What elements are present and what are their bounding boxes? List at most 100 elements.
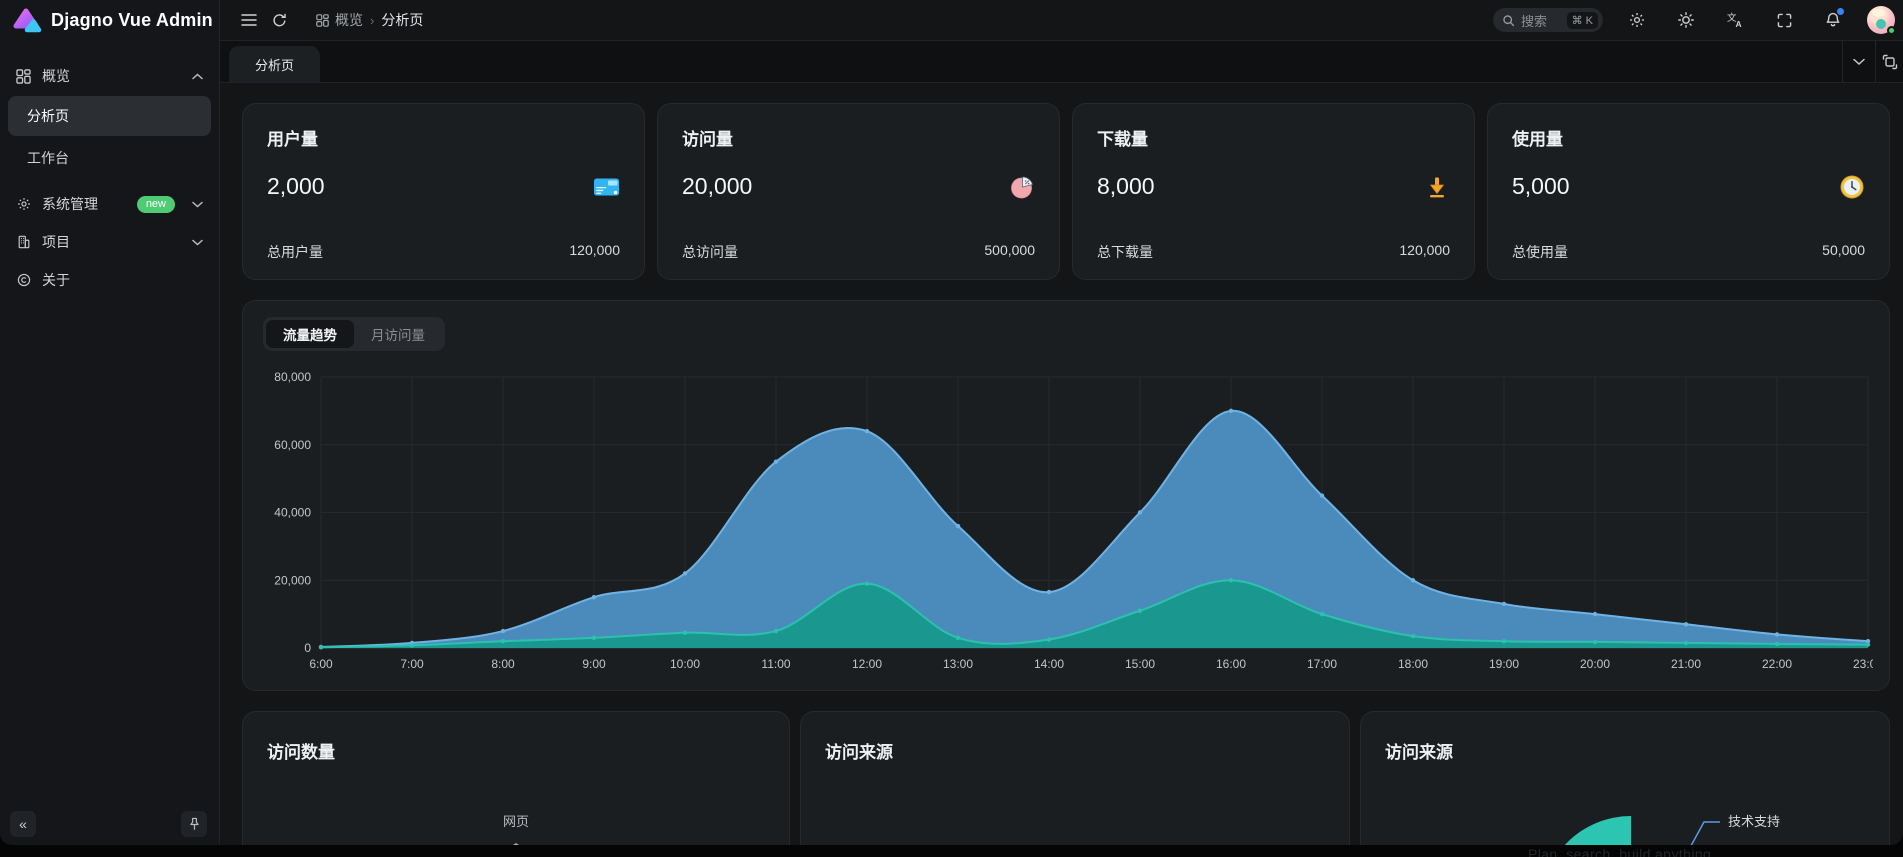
credit-card-icon: [593, 174, 620, 200]
stat-card-visits: 访问量 20,000: [657, 103, 1060, 280]
collapse-sidebar-button[interactable]: «: [10, 811, 36, 837]
notifications-button[interactable]: [1818, 5, 1848, 35]
trend-chart: 6:007:008:009:0010:0011:0012:0013:0014:0…: [263, 357, 1873, 673]
svg-text:0: 0: [304, 641, 311, 655]
pin-sidebar-button[interactable]: [181, 811, 207, 837]
settings-button[interactable]: [1622, 5, 1652, 35]
svg-text:60,000: 60,000: [274, 438, 311, 452]
svg-text:14:00: 14:00: [1034, 657, 1064, 671]
sidebar-item-label: 项目: [42, 232, 181, 252]
fullscreen-button[interactable]: [1769, 5, 1799, 35]
dashboard-grid-icon: [316, 14, 329, 27]
sidebar-item-label: 系统管理: [42, 194, 126, 214]
language-button[interactable]: 文 A: [1720, 5, 1750, 35]
sidebar-item-label: 关于: [42, 270, 203, 290]
app-logo-icon: [12, 6, 42, 36]
sidebar-item-overview[interactable]: 概览: [8, 58, 211, 94]
theme-toggle-button[interactable]: [1671, 5, 1701, 35]
trend-chart-area: 6:007:008:009:0010:0011:0012:0013:0014:0…: [263, 357, 1869, 673]
radar-chart-peek: [494, 842, 538, 845]
stat-title: 访问量: [682, 125, 1035, 150]
card-title: 访问来源: [825, 738, 1325, 763]
app-title: Djagno Vue Admin: [51, 10, 213, 31]
tab-monthly-visits[interactable]: 月访问量: [354, 320, 442, 348]
svg-text:20:00: 20:00: [1580, 657, 1610, 671]
main-area: 概览 › 分析页 搜索 ⌘ K: [220, 0, 1903, 845]
visit-source-card-1: 访问来源: [800, 711, 1350, 845]
stat-footer-value: 120,000: [569, 242, 620, 262]
sidebar-item-label: 工作台: [27, 148, 69, 168]
refresh-button[interactable]: [264, 5, 294, 35]
svg-text:15:00: 15:00: [1125, 657, 1155, 671]
tab-traffic-trend[interactable]: 流量趋势: [266, 320, 354, 348]
download-icon: [1424, 174, 1450, 200]
logo-row[interactable]: Djagno Vue Admin: [0, 0, 219, 41]
tab-bar: 分析页: [220, 41, 1903, 83]
double-chevron-left-icon: «: [19, 816, 27, 832]
maximize-icon: [1882, 54, 1898, 70]
stat-footer-value: 50,000: [1822, 242, 1865, 262]
card-title: 访问数量: [267, 738, 765, 763]
breadcrumb-item-current[interactable]: 分析页: [381, 10, 423, 30]
sidebar-item-about[interactable]: 关于: [8, 262, 211, 298]
breadcrumb: 概览 › 分析页: [316, 10, 423, 30]
user-avatar[interactable]: [1867, 6, 1895, 34]
visit-count-card: 访问数量 网页: [242, 711, 790, 845]
menu-toggle-button[interactable]: [234, 5, 264, 35]
bottom-cards-row: 访问数量 网页 访问来源: [242, 711, 1890, 845]
topbar-actions: 搜索 ⌘ K: [1493, 5, 1895, 35]
trend-tabs: 流量趋势 月访问量: [263, 317, 445, 351]
sun-icon: [1678, 12, 1694, 28]
fullscreen-icon: [1777, 13, 1792, 28]
stat-value: 5,000: [1512, 173, 1570, 200]
svg-text:40,000: 40,000: [274, 506, 311, 520]
new-badge: new: [137, 196, 175, 213]
tab-list-dropdown-button[interactable]: [1842, 41, 1875, 82]
chevron-up-icon: [192, 73, 203, 80]
svg-text:80,000: 80,000: [274, 370, 311, 384]
svg-text:6:00: 6:00: [309, 657, 333, 671]
sidebar-item-workspace[interactable]: 工作台: [8, 138, 211, 178]
pie-slice-peek: 技术支持: [1361, 812, 1881, 845]
sidebar-menu: 概览 分析页 工作台: [0, 41, 219, 300]
building-icon: [16, 235, 31, 250]
stat-footer-label: 总下载量: [1097, 242, 1153, 262]
svg-text:16:00: 16:00: [1216, 657, 1246, 671]
stat-title: 用户量: [267, 125, 620, 150]
pushpin-icon: [188, 817, 201, 831]
svg-text:10:00: 10:00: [670, 657, 700, 671]
sidebar-item-system[interactable]: 系统管理 new: [8, 186, 211, 222]
stat-card-users: 用户量 2,000: [242, 103, 645, 280]
sidebar: Djagno Vue Admin 概览 分析页: [0, 0, 220, 845]
stat-title: 下载量: [1097, 125, 1450, 150]
svg-text:18:00: 18:00: [1398, 657, 1428, 671]
chevron-right-icon: ›: [370, 13, 374, 28]
breadcrumb-label: 概览: [335, 10, 363, 30]
search-input[interactable]: 搜索 ⌘ K: [1493, 8, 1603, 32]
svg-text:11:00: 11:00: [761, 657, 790, 671]
gear-icon: [16, 197, 31, 212]
breadcrumb-item-overview[interactable]: 概览: [316, 10, 363, 30]
sidebar-item-project[interactable]: 项目: [8, 224, 211, 260]
svg-text:9:00: 9:00: [582, 657, 606, 671]
svg-text:22:00: 22:00: [1762, 657, 1792, 671]
stats-row: 用户量 2,000: [242, 103, 1890, 280]
sidebar-item-analytics[interactable]: 分析页: [8, 96, 211, 136]
search-icon: [1502, 14, 1515, 27]
svg-text:12:00: 12:00: [852, 657, 882, 671]
tab-controls: [1842, 41, 1903, 82]
pie-callout-label: 技术支持: [1728, 814, 1780, 829]
svg-text:17:00: 17:00: [1307, 657, 1337, 671]
tab-label: 分析页: [255, 55, 294, 74]
hamburger-icon: [241, 14, 257, 26]
desktop-background-text: Plan, search, build anything: [1528, 846, 1711, 857]
visit-source-card-2: 访问来源 技术支持: [1360, 711, 1890, 845]
copyright-icon: [16, 273, 31, 288]
maximize-content-button[interactable]: [1875, 41, 1903, 82]
search-placeholder: 搜索: [1521, 11, 1561, 30]
stat-footer-label: 总使用量: [1512, 242, 1568, 262]
stat-card-usage: 使用量 5,000: [1487, 103, 1890, 280]
tab-analytics[interactable]: 分析页: [229, 46, 320, 82]
translate-icon: 文 A: [1727, 12, 1744, 28]
screen: Djagno Vue Admin 概览 分析页: [0, 0, 1903, 857]
